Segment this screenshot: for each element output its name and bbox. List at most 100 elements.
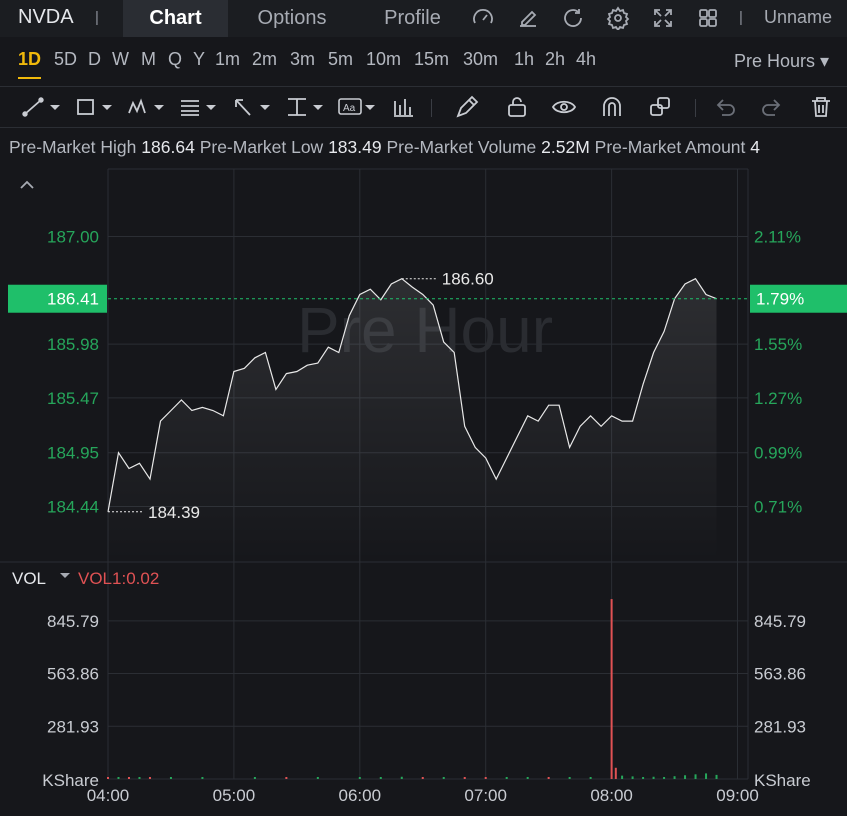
period-30m[interactable]: 30m <box>463 49 498 70</box>
volume-tick-label: 845.79 <box>754 612 806 631</box>
volume-bar <box>400 776 403 779</box>
low-marker-label: 184.39 <box>148 503 200 522</box>
period-4h[interactable]: 4h <box>576 49 596 70</box>
price-volume-chart[interactable]: 04:00 05:00 06:00 07:00 08:00 09:00187.00 2.11… <box>0 167 847 816</box>
volume-dropdown-icon <box>60 573 70 578</box>
volume-indicator: VOL1:0.02 <box>78 569 159 588</box>
period-q[interactable]: Q <box>168 49 182 70</box>
volume-bar <box>484 777 487 779</box>
volume-tick-label: 281.93 <box>47 717 99 736</box>
high-marker-label: 186.60 <box>442 270 494 289</box>
magnet-icon[interactable] <box>600 95 638 119</box>
volume-bar <box>358 777 361 779</box>
period-5m[interactable]: 5m <box>328 49 353 70</box>
period-1m[interactable]: 1m <box>215 49 240 70</box>
undo-icon[interactable] <box>713 95 751 119</box>
volume-tick-label: 845.79 <box>47 612 99 631</box>
volume-bar <box>547 777 550 779</box>
volume-label: VOL <box>12 569 46 588</box>
period-m[interactable]: M <box>141 49 156 70</box>
measure-icon[interactable] <box>285 95 323 119</box>
fullscreen-icon[interactable] <box>651 6 675 30</box>
period-15m[interactable]: 15m <box>414 49 449 70</box>
volume-tick-label: 563.86 <box>47 665 99 684</box>
volume-bar <box>505 777 508 779</box>
volume-bar <box>107 777 109 779</box>
rectangle-icon[interactable] <box>74 95 112 119</box>
percent-tick-label: 0.71% <box>754 498 802 517</box>
volume-bar <box>652 776 655 779</box>
trend-line-icon[interactable] <box>22 95 60 119</box>
pencil-icon[interactable] <box>455 95 493 119</box>
volume-bar <box>463 777 466 779</box>
tab-options[interactable]: Options <box>236 0 348 37</box>
drawing-toolbar: Aa <box>0 86 847 128</box>
period-2m[interactable]: 2m <box>252 49 277 70</box>
x-tick-label: 06:00 <box>339 786 382 805</box>
gauge-icon[interactable] <box>471 6 495 30</box>
price-tick-label: 184.44 <box>47 498 99 517</box>
volume-bar <box>253 777 256 779</box>
period-d[interactable]: D <box>88 49 101 70</box>
edit-icon[interactable] <box>516 6 540 30</box>
period-5d[interactable]: 5D <box>54 49 77 70</box>
session-selector[interactable]: Pre Hours ▾ <box>734 51 829 72</box>
tab-profile[interactable]: Profile <box>364 0 461 37</box>
period-3m[interactable]: 3m <box>290 49 315 70</box>
username[interactable]: Unname <box>764 7 832 28</box>
volume-bar <box>138 777 141 779</box>
toolbar-divider <box>695 99 696 117</box>
x-tick-label: 08:00 <box>590 786 633 805</box>
layers-icon[interactable] <box>648 95 686 119</box>
separator: | <box>739 9 743 26</box>
volume-bar <box>715 774 718 779</box>
tab-chart[interactable]: Chart <box>123 0 228 37</box>
volume-bar <box>148 777 151 779</box>
stat-label: Pre-Market Volume <box>386 137 537 157</box>
redo-icon[interactable] <box>760 95 798 119</box>
x-tick-label: 09:00 <box>716 786 759 805</box>
stat-label: Pre-Market Amount <box>594 137 746 157</box>
percent-tick-label: 1.27% <box>754 389 802 408</box>
period-10m[interactable]: 10m <box>366 49 401 70</box>
price-tick-label: 185.47 <box>47 389 99 408</box>
volume-bar <box>610 599 613 779</box>
lock-icon[interactable] <box>505 95 543 119</box>
separator: | <box>95 9 99 26</box>
period-y[interactable]: Y <box>193 49 205 70</box>
indicator-icon[interactable] <box>391 95 429 119</box>
arrow-icon[interactable] <box>232 95 270 119</box>
stat-value: 2.52M <box>541 137 590 157</box>
pattern-icon[interactable] <box>126 95 164 119</box>
eye-icon[interactable] <box>551 95 589 119</box>
volume-bar <box>684 775 687 779</box>
stat-value: 186.64 <box>141 137 195 157</box>
period-1d[interactable]: 1D <box>18 49 42 79</box>
volume-bar <box>379 777 382 779</box>
period-2h[interactable]: 2h <box>545 49 565 70</box>
pre-market-stats: Pre-Market High 186.64 Pre-Market Low 18… <box>9 137 760 158</box>
period-w[interactable]: W <box>112 49 129 70</box>
current-percent-value: 1.79% <box>756 290 804 309</box>
volume-bar <box>117 777 120 779</box>
refresh-icon[interactable] <box>561 6 585 30</box>
volume-bar <box>589 777 592 779</box>
trash-icon[interactable] <box>809 95 847 119</box>
volume-bar <box>642 777 645 779</box>
volume-bar <box>442 777 445 779</box>
volume-bar <box>316 777 319 779</box>
fib-icon[interactable] <box>178 95 216 119</box>
price-tick-label: 184.95 <box>47 444 99 463</box>
settings-icon[interactable] <box>606 6 630 32</box>
price-tick-label: 187.00 <box>47 228 99 247</box>
x-tick-label: 07:00 <box>464 786 507 805</box>
symbol-label[interactable]: NVDA <box>18 6 74 29</box>
volume-bar <box>568 777 571 779</box>
volume-tick-label: 563.86 <box>754 665 806 684</box>
chart-area[interactable]: 04:00 05:00 06:00 07:00 08:00 09:00 187.00 2.11… <box>0 167 847 816</box>
text-icon[interactable]: Aa <box>337 95 375 119</box>
volume-bar <box>631 776 634 779</box>
volume-bar <box>663 777 666 779</box>
period-1h[interactable]: 1h <box>514 49 534 70</box>
grid-icon[interactable] <box>696 6 720 30</box>
